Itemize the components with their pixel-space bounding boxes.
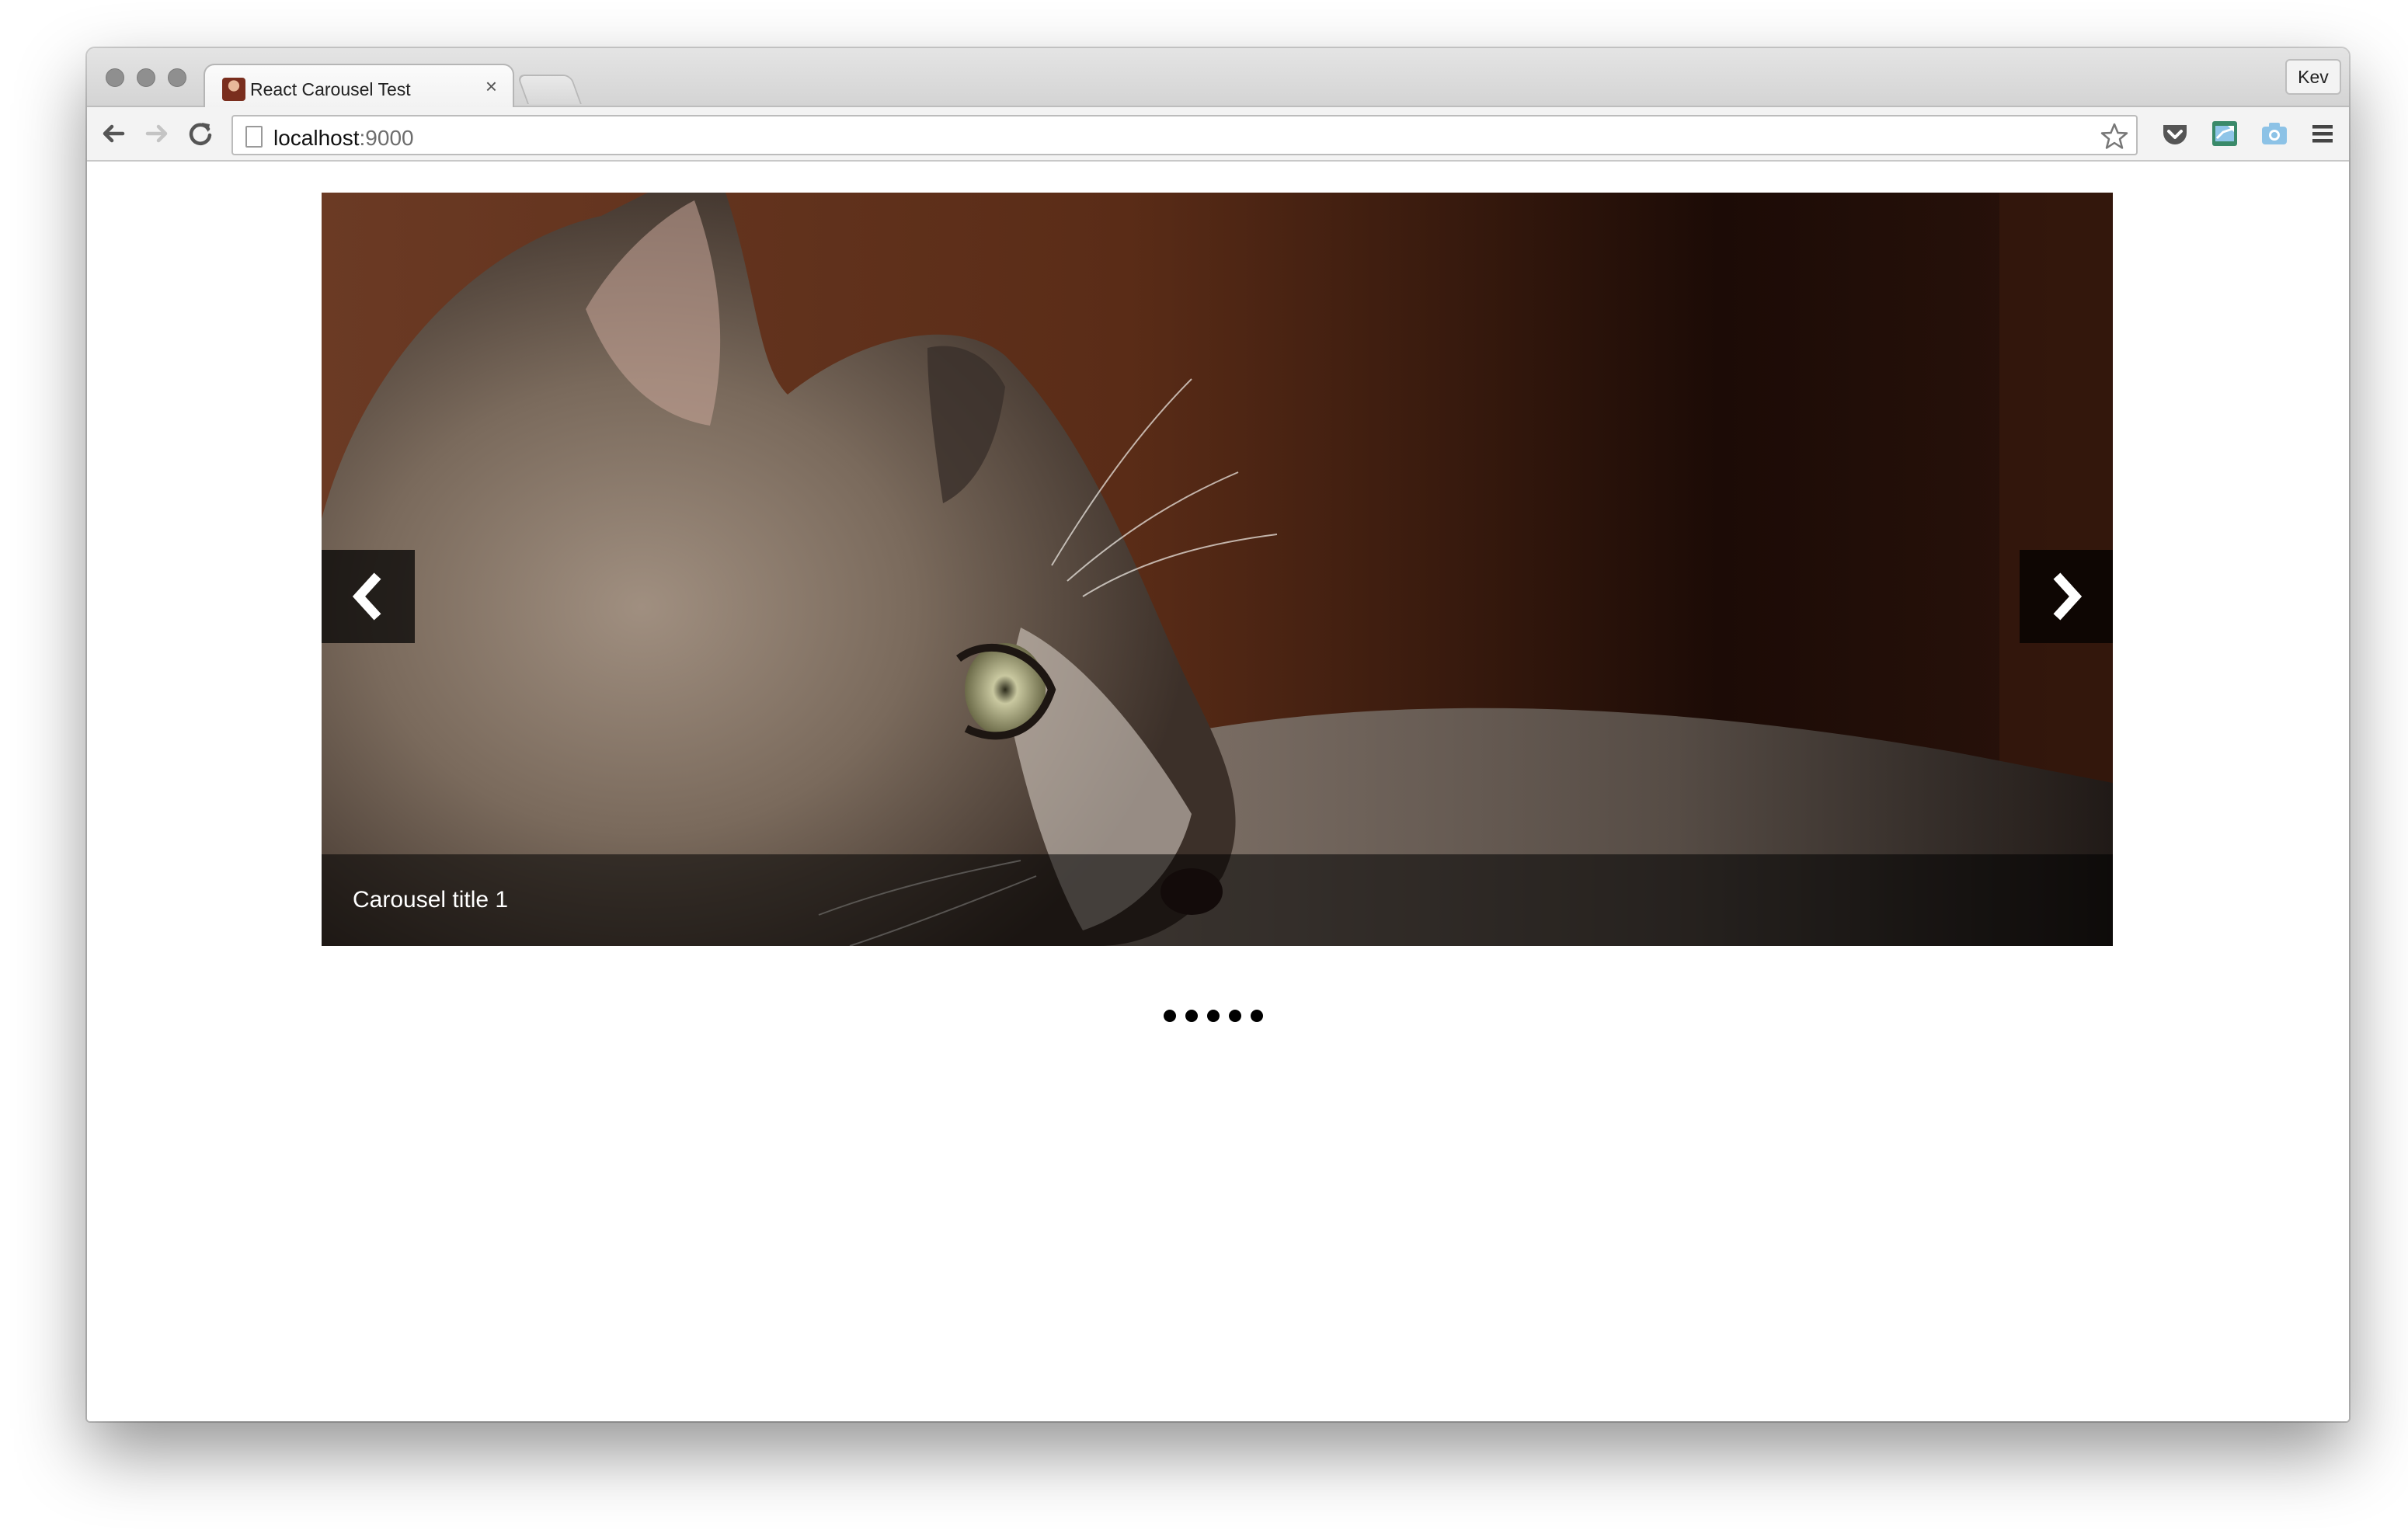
tab-title: React Carousel Test [250, 79, 411, 99]
arrow-left-icon [103, 124, 125, 143]
reload-icon [189, 123, 212, 145]
star-icon[interactable] [2099, 121, 2130, 152]
camera-extension-button[interactable] [2259, 118, 2290, 149]
url-text: localhost:9000 [273, 126, 414, 150]
carousel-caption-title: Carousel title 1 [353, 887, 509, 913]
new-tab-button[interactable] [517, 75, 582, 104]
carousel-dot-2[interactable] [1185, 1010, 1198, 1022]
carousel-dot-3[interactable] [1207, 1010, 1220, 1022]
share-icon [2212, 121, 2237, 146]
carousel-caption: Carousel title 1 [322, 854, 2113, 946]
carousel: Carousel title 1 [322, 193, 2113, 946]
hamburger-menu-icon [2312, 125, 2333, 143]
reload-button[interactable] [185, 118, 216, 149]
minimize-window-button[interactable] [137, 68, 155, 87]
arrow-right-icon [145, 124, 168, 143]
camera-icon [2262, 123, 2287, 144]
carousel-dot-4[interactable] [1229, 1010, 1241, 1022]
browser-toolbar: localhost:9000 [87, 107, 2349, 162]
carousel-dot-1[interactable] [1164, 1010, 1176, 1022]
browser-window: React Carousel Test × Kev localhost:9000 [87, 48, 2349, 1421]
close-window-button[interactable] [106, 68, 124, 87]
chrome-menu-button[interactable] [2307, 118, 2338, 149]
zoom-window-button[interactable] [168, 68, 186, 87]
profile-button[interactable]: Kev [2285, 59, 2341, 95]
tab-strip: React Carousel Test × Kev [87, 48, 2349, 109]
share-extension-button[interactable] [2209, 118, 2240, 149]
chevron-left-icon [352, 572, 381, 621]
slide-image [322, 193, 2113, 946]
tab-close-icon[interactable]: × [485, 75, 497, 98]
carousel-dots [1164, 1010, 1263, 1025]
carousel-next-button[interactable] [2020, 550, 2113, 643]
page-icon [245, 126, 263, 148]
carousel-prev-button[interactable] [322, 550, 415, 643]
chevron-right-icon [2053, 572, 2083, 621]
address-bar[interactable]: localhost:9000 [231, 115, 2138, 155]
carousel-dot-5[interactable] [1251, 1010, 1263, 1022]
pocket-icon [2163, 125, 2187, 144]
forward-button[interactable] [141, 118, 172, 149]
tab-react-carousel-test[interactable]: React Carousel Test × [204, 64, 514, 109]
pocket-extension-button[interactable] [2159, 118, 2191, 149]
favicon-icon [222, 78, 245, 101]
back-button[interactable] [98, 118, 129, 149]
page-content: Carousel title 1 [87, 163, 2349, 1421]
